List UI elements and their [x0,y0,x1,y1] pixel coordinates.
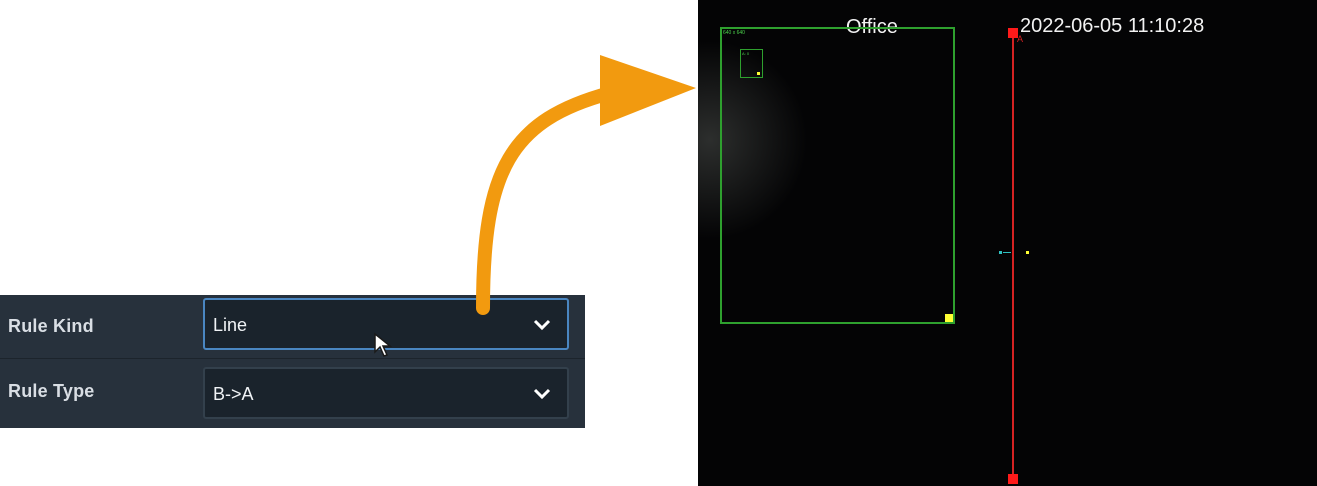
direction-dot [1026,251,1029,254]
target-marker [757,72,760,75]
direction-indicator-a [999,251,1011,255]
rule-kind-value: Line [213,315,248,335]
rule-type-select[interactable]: B->A [203,367,569,419]
target-label: A: 0 [742,51,750,56]
rule-type-value: B->A [213,384,254,404]
tripwire-bottom-handle[interactable] [1008,474,1018,484]
row-divider [0,358,585,359]
chevron-down-icon [533,388,551,400]
tripwire-line[interactable] [1012,31,1014,479]
zone-label: 640 x 640 [723,30,745,36]
rule-type-row: Rule Type B->A [0,363,585,419]
zone-resize-handle[interactable] [945,314,953,322]
mouse-cursor-icon [374,332,393,357]
curved-arrow-icon [476,55,696,315]
tripwire-mark: A [1017,34,1024,44]
direction-indicator-b [1026,251,1030,255]
target-box: A: 0 [740,49,763,78]
direction-dot [999,251,1002,254]
direction-segment [1003,252,1011,253]
rule-kind-label: Rule Kind [8,316,94,336]
timestamp: 2022-06-05 11:10:28 [1020,15,1205,37]
rule-type-label: Rule Type [8,381,95,401]
camera-preview[interactable]: Office 2022-06-05 11:10:28 640 x 640 A: … [698,0,1317,486]
chevron-down-icon [533,319,551,331]
